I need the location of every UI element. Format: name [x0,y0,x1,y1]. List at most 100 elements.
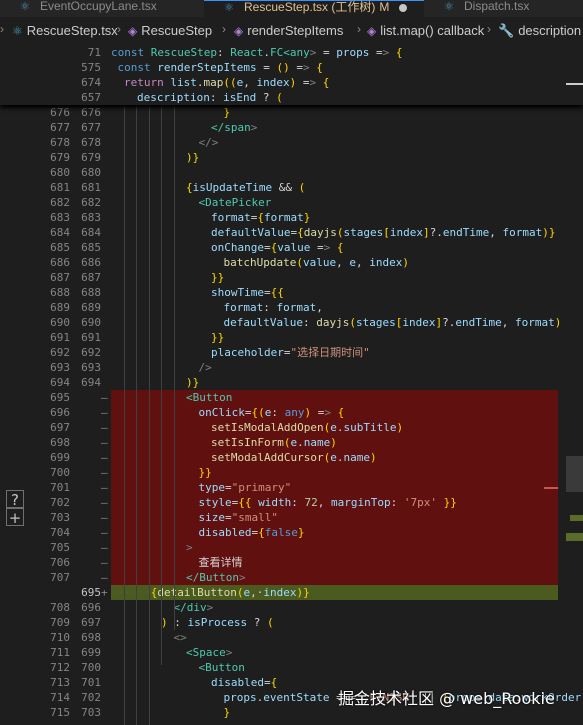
code-line[interactable]: 712 700 <Button [0,660,583,675]
deleted-line-highlight [111,390,558,405]
code-line[interactable]: 689 689 format: format, [0,300,583,315]
code-text: setIsModalAddOpen(e.subTitle) [211,421,404,434]
code-line[interactable]: 710 698 <> [0,630,583,645]
unsaved-dot-icon[interactable] [399,3,408,12]
code-line[interactable]: 685 685 onChange={value => { [0,240,583,255]
tab-label: Dispatch.tsx [464,0,530,13]
modified-line-number: 687 [81,271,101,284]
code-line[interactable]: — 696 onClick={(e: any) => { [0,405,583,420]
sticky-line[interactable]: 657 description: isEnd ? ( [0,90,583,105]
sticky-scroll[interactable]: 71 const RescueStep: React.FC<any> = prop… [0,45,583,105]
code-line[interactable]: 711 699 <Space> [0,645,583,660]
modified-line-number: 676 [81,106,101,119]
code-line[interactable]: 688 688 showTime={{ [0,285,583,300]
code-line[interactable]: — 706 查看详情 [0,555,583,570]
scrollbar-slider[interactable] [566,456,583,492]
code-line[interactable]: 680 680 [0,165,583,180]
breadcrumb-item-description[interactable]: 🔧 description [498,23,581,39]
breadcrumb-item-callback[interactable]: ◈ list.map() callback [367,23,484,38]
deleted-line-highlight [111,510,558,525]
indent-guide [136,45,137,725]
code-line[interactable]: — 699 setModalAddCursor(e.name) [0,450,583,465]
original-line-number: 697 [50,421,70,434]
modified-line-number: 697 [81,616,101,629]
code-line[interactable]: 694 694)} [0,375,583,390]
original-line-number: 684 [50,226,70,239]
code-line[interactable]: 679 679)} [0,150,583,165]
original-line-number: 689 [50,301,70,314]
code-text: disabled={false} [198,526,305,539]
original-line-number: 685 [50,241,70,254]
code-line[interactable]: — 700}} [0,465,583,480]
code-line[interactable]: 682 682 <DatePicker [0,195,583,210]
code-line[interactable]: 684 684 defaultValue={dayjs(stages[index]?… [0,225,583,240]
code-text: )} [186,376,200,389]
watermark: 掘金技术社区 @ web_Rookie [338,689,555,708]
original-line-number: 715 [50,706,70,719]
code-line[interactable]: — 695 <Button [0,390,583,405]
code-line[interactable]: — 705 > [0,540,583,555]
tab-rescuestep[interactable]: ⚛ RescueStep.tsx (工作树) M [204,0,424,17]
code-line[interactable]: 691 691}} [0,330,583,345]
code-line[interactable]: — 698 setIsInForm(e.name) [0,435,583,450]
code-line[interactable]: 677 677 </span> [0,120,583,135]
sticky-line-number: 657 [81,91,101,104]
code-text: disabled={ [211,676,278,689]
code-line[interactable]: 690 690 defaultValue: dayjs(stages[index]?… [0,315,583,330]
sticky-line[interactable]: 674 return list.map((e, index) => { [0,75,583,90]
code-line[interactable]: 686 686 batchUpdate(value, e, index) [0,255,583,270]
code-line[interactable]: +695 ······{detailButton(e,·index)} [0,585,583,600]
original-line-number: 694 [50,376,70,389]
minus-icon: — [101,436,108,449]
code-text: </span> [211,121,258,134]
code-text: </div> [173,601,214,614]
plus-icon[interactable]: + [6,508,24,527]
breadcrumb-item-rescuestep[interactable]: ◈ RescueStep [128,23,212,38]
modified-line-number: 686 [81,256,101,269]
code-line[interactable]: 693 693 /> [0,360,583,375]
code-text: 查看详情 [198,556,243,569]
minus-icon: — [101,526,108,539]
modified-line-number: 688 [81,286,101,299]
code-line[interactable]: 708 696 </div> [0,600,583,615]
code-text: type="primary" [198,481,292,494]
code-text: } [223,106,231,119]
sticky-line[interactable]: 575 const renderStepItems = () => { [0,60,583,75]
code-line[interactable]: — 704 disabled={false} [0,525,583,540]
code-line[interactable]: — 701 type="primary" [0,480,583,495]
breadcrumb-file[interactable]: ⚛ RescueStep.tsx [12,23,118,38]
code-line[interactable]: 683 683 format={format} [0,210,583,225]
code-text: <DatePicker [198,196,272,209]
breadcrumb-separator: › [117,22,121,36]
code-line[interactable]: — 703 size="small" [0,510,583,525]
question-icon[interactable]: ? [6,490,24,509]
code-line[interactable]: — 697 setIsModalAddOpen(e.subTitle) [0,420,583,435]
scrollbar-thumb[interactable] [566,83,583,85]
sticky-code-text: return list.map((e, index) => { [124,76,330,89]
code-line[interactable]: 676 676} [0,105,583,120]
original-line-number: 693 [50,361,70,374]
typescript-react-icon: ⚛ [12,24,23,38]
code-line[interactable]: — 702 style={{ width: 72, marginTop: '7px'… [0,495,583,510]
code-line[interactable]: 681 681 {isUpdateTime && ( [0,180,583,195]
sticky-line-number: 575 [81,61,101,74]
sticky-line[interactable]: 71 const RescueStep: React.FC<any> = prop… [0,45,583,60]
modified-line-number: 693 [81,361,101,374]
tab-eventoccupylane[interactable]: ⚛ EventOccupyLane.tsx [0,0,204,17]
cube-icon: ◈ [367,24,377,38]
code-editor[interactable]: 672672673673674674675675676676}677677</s… [0,45,583,725]
tab-dispatch[interactable]: ⚛ Dispatch.tsx [424,0,583,17]
indent-guide [149,45,150,725]
modified-line-number: 692 [81,346,101,359]
code-line[interactable]: 687 687}} [0,270,583,285]
original-line-number: 686 [50,256,70,269]
code-line[interactable]: — 707 </Button> [0,570,583,585]
original-line-number: 691 [50,331,70,344]
breadcrumb-item-renderstepitems[interactable]: ◈ renderStepItems [234,23,343,38]
code-line[interactable]: 678 678 </> [0,135,583,150]
code-line[interactable]: 709 697) : isProcess ? ( [0,615,583,630]
breadcrumb-separator: › [487,22,491,36]
code-text: ······{detailButton(e,·index)} [111,586,310,599]
original-line-number: 713 [50,676,70,689]
code-line[interactable]: 692 692 placeholder="选择日期时间" [0,345,583,360]
